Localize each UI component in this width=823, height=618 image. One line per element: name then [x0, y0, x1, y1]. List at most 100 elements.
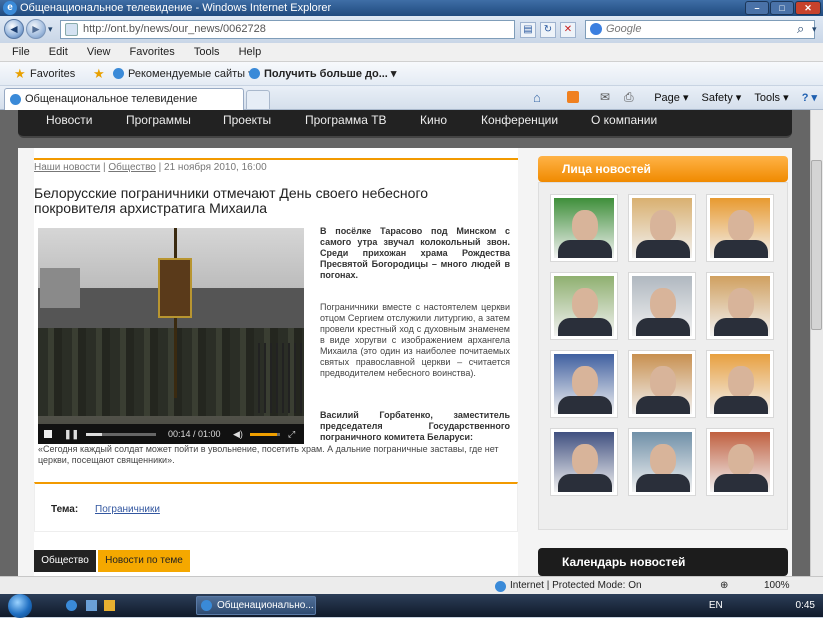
menu-tools[interactable]: Tools: [194, 46, 220, 58]
get-more-addons-link[interactable]: Получить больше до... ▾: [264, 62, 396, 86]
safety-menu-button[interactable]: Safety ▾: [702, 92, 742, 104]
faces-of-news-header: Лица новостей: [538, 156, 788, 182]
favorites-button[interactable]: Favorites: [30, 62, 75, 86]
tab-favicon-icon: [10, 94, 21, 105]
face-photo[interactable]: [707, 195, 773, 261]
nav-about[interactable]: О компании: [591, 110, 657, 130]
ie-site-icon: [113, 68, 124, 79]
forward-button[interactable]: ►: [26, 19, 46, 39]
back-button[interactable]: ◄: [4, 19, 24, 39]
feeds-icon[interactable]: [567, 91, 579, 103]
zoom-icon[interactable]: ⊕: [720, 577, 728, 595]
window-title: Общенациональное телевидение - Windows I…: [20, 2, 332, 14]
menu-view[interactable]: View: [87, 46, 111, 58]
article-date: 21 ноября 2010, 16:00: [164, 162, 267, 173]
clock[interactable]: 0:45: [796, 600, 815, 611]
face-photo[interactable]: [707, 351, 773, 417]
search-icon[interactable]: ⌕: [797, 21, 804, 37]
breadcrumb-section-link[interactable]: Наши новости: [34, 162, 100, 173]
nav-projects[interactable]: Проекты: [223, 110, 271, 130]
pause-icon[interactable]: ❚❚: [64, 424, 79, 444]
ie-logo-icon: e: [3, 1, 17, 15]
menu-file[interactable]: File: [12, 46, 30, 58]
nav-programs[interactable]: Программы: [126, 110, 191, 130]
face-photo[interactable]: [551, 273, 617, 339]
favorites-star-icon: ★: [14, 66, 26, 81]
add-favorite-icon[interactable]: ★: [93, 62, 105, 86]
close-button[interactable]: ✕: [795, 1, 821, 15]
volume-icon[interactable]: ◀): [233, 424, 243, 444]
nav-tv-schedule[interactable]: Программа ТВ: [305, 110, 387, 130]
face-photo[interactable]: [707, 273, 773, 339]
nav-conferences[interactable]: Конференции: [481, 110, 558, 130]
page-menu-button[interactable]: Page ▾: [654, 92, 688, 104]
compat-view-icon[interactable]: ▤: [520, 22, 536, 38]
zoom-level[interactable]: 100%: [764, 577, 790, 595]
google-icon: [590, 23, 602, 35]
quicklaunch-desktop-icon[interactable]: [86, 600, 97, 611]
suggested-sites-link[interactable]: Рекомендуемые сайты ▾: [128, 62, 254, 86]
quote-author: Василий Горбатенко, заместитель председа…: [320, 410, 510, 442]
face-photo[interactable]: [707, 429, 773, 495]
minimize-button[interactable]: –: [745, 1, 769, 15]
video-frame-fence: [258, 343, 304, 413]
new-tab-button[interactable]: [246, 90, 270, 110]
face-photo[interactable]: [551, 351, 617, 417]
address-field[interactable]: http://ont.by/news/our_news/0062728: [60, 20, 515, 39]
article-lead: В посёлке Тарасово под Минском с самого …: [320, 226, 510, 280]
nav-news[interactable]: Новости: [46, 110, 92, 130]
video-player[interactable]: ❚❚ 00:14 / 01:00 ◀) ⤢: [38, 228, 304, 444]
web-page: Новости Программы Проекты Программа ТВ К…: [0, 110, 810, 576]
face-photo[interactable]: [629, 429, 695, 495]
search-input[interactable]: Google: [585, 20, 815, 39]
security-zone-text: Internet | Protected Mode: On: [510, 580, 642, 591]
news-calendar-header: Календарь новостей: [538, 548, 788, 576]
menu-favorites[interactable]: Favorites: [130, 46, 175, 58]
scrollbar-thumb[interactable]: [811, 160, 822, 330]
maximize-button[interactable]: □: [770, 1, 794, 15]
tab-title: Общенациональное телевидение: [25, 93, 198, 105]
sidebar: Лица новостей Календарь новостей: [538, 156, 792, 576]
refresh-icon[interactable]: ↻: [540, 22, 556, 38]
internet-zone-icon: [495, 581, 506, 592]
topic-link[interactable]: Пограничники: [95, 504, 160, 515]
tab-related-news[interactable]: Новости по теме: [98, 550, 190, 572]
start-button[interactable]: [8, 594, 32, 618]
command-bar: Page ▾ Safety ▾ Tools ▾ ? ▾: [644, 88, 817, 108]
mail-icon[interactable]: ✉: [600, 90, 610, 104]
menu-help[interactable]: Help: [239, 46, 262, 58]
tab-row: Общенациональное телевидение ⌂ ✉ ⎙ Page …: [0, 86, 823, 110]
menu-edit[interactable]: Edit: [49, 46, 68, 58]
quicklaunch-media-icon[interactable]: [104, 600, 115, 611]
language-indicator[interactable]: EN: [709, 600, 723, 611]
face-photo[interactable]: [629, 351, 695, 417]
taskbar-item-ie[interactable]: Общенационально...: [196, 596, 316, 615]
article-quote: «Сегодня каждый солдат может пойти в уво…: [38, 444, 499, 465]
tab-active[interactable]: Общенациональное телевидение: [4, 88, 244, 110]
site-navigation: Новости Программы Проекты Программа ТВ К…: [18, 110, 792, 138]
breadcrumb-category-link[interactable]: Общество: [108, 162, 156, 173]
video-progress-fill: [86, 433, 103, 436]
stop-icon[interactable]: ✕: [560, 22, 576, 38]
video-progress-bar[interactable]: [86, 433, 156, 436]
nav-cinema[interactable]: Кино: [420, 110, 447, 130]
home-icon[interactable]: ⌂: [533, 90, 541, 105]
quicklaunch-ie-icon[interactable]: [66, 600, 77, 611]
history-dropdown-icon[interactable]: ▾: [48, 24, 53, 35]
status-bar: Internet | Protected Mode: On ⊕ 100%: [0, 576, 823, 594]
face-photo[interactable]: [551, 195, 617, 261]
print-icon[interactable]: ⎙: [624, 90, 634, 105]
tab-society[interactable]: Общество: [34, 550, 96, 572]
taskbar-ie-icon: [201, 600, 212, 611]
favorites-bar: ★ Favorites ★ Рекомендуемые сайты ▾ Полу…: [0, 62, 823, 86]
article-body: Пограничники вместе с настоятелем церкви…: [320, 302, 510, 378]
help-menu-button[interactable]: ? ▾: [802, 92, 817, 104]
volume-slider[interactable]: [250, 433, 280, 436]
tools-menu-button[interactable]: Tools ▾: [754, 92, 788, 104]
face-photo[interactable]: [629, 273, 695, 339]
stop-video-icon[interactable]: [44, 430, 52, 438]
fullscreen-icon[interactable]: ⤢: [288, 424, 295, 444]
search-options-icon[interactable]: ▾: [812, 24, 817, 35]
face-photo[interactable]: [629, 195, 695, 261]
face-photo[interactable]: [551, 429, 617, 495]
